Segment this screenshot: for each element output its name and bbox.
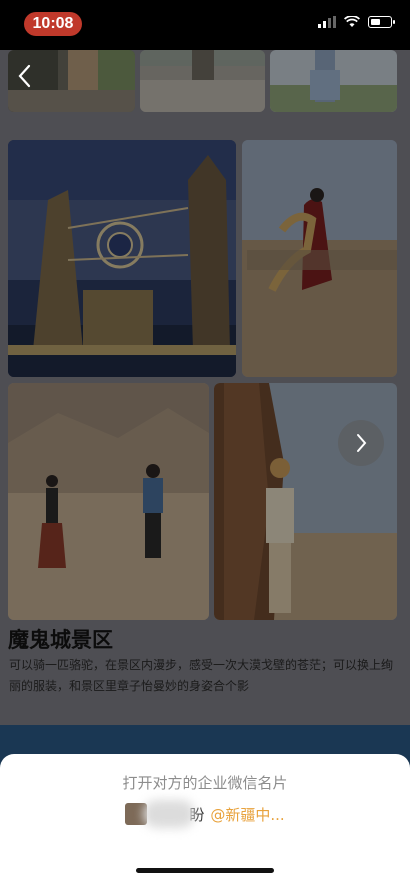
dancer-red-dress-photo[interactable] bbox=[242, 140, 397, 377]
next-button[interactable] bbox=[338, 420, 384, 466]
battery-level bbox=[371, 19, 380, 25]
chevron-right-icon bbox=[357, 434, 367, 452]
company-name: @新疆中... bbox=[210, 805, 285, 824]
woman-by-rock-photo[interactable] bbox=[214, 383, 397, 620]
chevron-left-icon bbox=[18, 64, 31, 88]
scenic-area-description: 可以骑一匹骆驼，在景区内漫步，感受一次大漠戈壁的苍茫；可以换上绚丽的服装，和景区… bbox=[9, 658, 394, 693]
gate-landmark-photo[interactable] bbox=[8, 140, 236, 377]
couple-walking-photo[interactable] bbox=[8, 383, 209, 620]
photo-thumbnail-3[interactable] bbox=[270, 50, 397, 112]
open-card-prompt[interactable]: 打开对方的企业微信名片 bbox=[0, 772, 410, 793]
status-bar: 10:08 bbox=[0, 0, 410, 50]
contact-card-row[interactable]: 盼 @新疆中... bbox=[0, 800, 410, 828]
status-time: 10:08 bbox=[24, 12, 82, 36]
photo-thumbnail-2[interactable] bbox=[140, 50, 265, 112]
home-indicator[interactable] bbox=[136, 868, 274, 873]
blurred-name bbox=[143, 800, 196, 828]
bottom-sheet[interactable]: 打开对方的企业微信名片 盼 @新疆中... bbox=[0, 754, 410, 886]
battery-icon bbox=[368, 16, 395, 28]
wifi-icon bbox=[344, 16, 360, 27]
back-button[interactable] bbox=[8, 60, 40, 92]
status-icons bbox=[318, 16, 395, 28]
signal-icon bbox=[318, 16, 336, 28]
scenic-area-title: 魔鬼城景区 bbox=[8, 628, 113, 652]
